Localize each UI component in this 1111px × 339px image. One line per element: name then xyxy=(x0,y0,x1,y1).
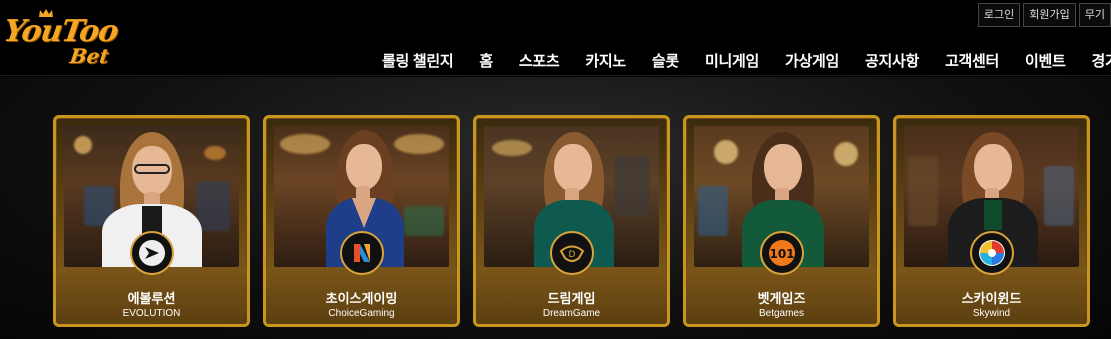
account-links: 로그인 회원가입 무기 xyxy=(977,3,1111,27)
provider-card-choicegaming[interactable]: 초이스게이밍 ChoiceGaming xyxy=(263,115,460,327)
provider-name-en: DreamGame xyxy=(542,308,601,319)
dreamgame-icon: D xyxy=(550,231,594,275)
nav-virtual-game[interactable]: 가상게임 xyxy=(785,50,839,71)
nav-casino[interactable]: 카지노 xyxy=(585,50,626,71)
provider-card-evolution[interactable]: 에볼루션 EVOLUTION xyxy=(53,115,250,327)
provider-card-betgames[interactable]: 101 벳게임즈 Betgames xyxy=(683,115,880,327)
nav-event[interactable]: 이벤트 xyxy=(1025,50,1066,71)
nav-notice[interactable]: 공지사항 xyxy=(865,50,919,71)
nav-rolling-challenge[interactable]: 롤링 챌린지 xyxy=(382,50,454,71)
provider-name-ko: 스카이윈드 xyxy=(961,291,1022,306)
nav-home[interactable]: 홈 xyxy=(479,50,493,71)
skywind-icon xyxy=(970,231,1014,275)
site-header: YouToo Bet 로그인 회원가입 무기 롤링 챌린지 홈 스포츠 카지노 … xyxy=(0,0,1111,76)
provider-name-en: EVOLUTION xyxy=(122,308,181,319)
main-nav: 롤링 챌린지 홈 스포츠 카지노 슬롯 미니게임 가상게임 공지사항 고객센터 … xyxy=(382,50,1111,71)
provider-name-ko: 벳게임즈 xyxy=(757,291,806,306)
provider-card-list: 에볼루션 EVOLUTION 초이스게이밍 ChoiceGaming D 드림게… xyxy=(53,115,1090,327)
provider-name-en: ChoiceGaming xyxy=(328,308,395,319)
provider-card-skywind[interactable]: 스카이윈드 Skywind xyxy=(893,115,1090,327)
signup-button[interactable]: 회원가입 xyxy=(1023,3,1076,27)
nav-sports[interactable]: 스포츠 xyxy=(519,50,560,71)
betgames-icon: 101 xyxy=(760,231,804,275)
provider-name-ko: 초이스게이밍 xyxy=(325,291,398,306)
provider-card-dreamgame[interactable]: D 드림게임 DreamGame xyxy=(473,115,670,327)
nav-results[interactable]: 경기결 xyxy=(1092,50,1111,71)
provider-name-en: Skywind xyxy=(972,308,1011,319)
provider-name-en: Betgames xyxy=(758,308,805,319)
nav-minigame[interactable]: 미니게임 xyxy=(705,50,759,71)
nav-slot[interactable]: 슬롯 xyxy=(652,50,679,71)
nav-customer-center[interactable]: 고객센터 xyxy=(945,50,999,71)
choicegaming-icon xyxy=(340,231,384,275)
provider-name-ko: 에볼루션 xyxy=(127,291,176,306)
top-link-partial[interactable]: 무기 xyxy=(1078,3,1111,27)
evolution-icon xyxy=(130,231,174,275)
login-button[interactable]: 로그인 xyxy=(977,3,1021,27)
logo-text-sub: Bet xyxy=(68,44,111,68)
svg-text:101: 101 xyxy=(769,247,794,261)
svg-text:D: D xyxy=(569,250,576,260)
site-logo[interactable]: YouToo Bet xyxy=(2,8,122,68)
provider-name-ko: 드림게임 xyxy=(547,291,596,306)
